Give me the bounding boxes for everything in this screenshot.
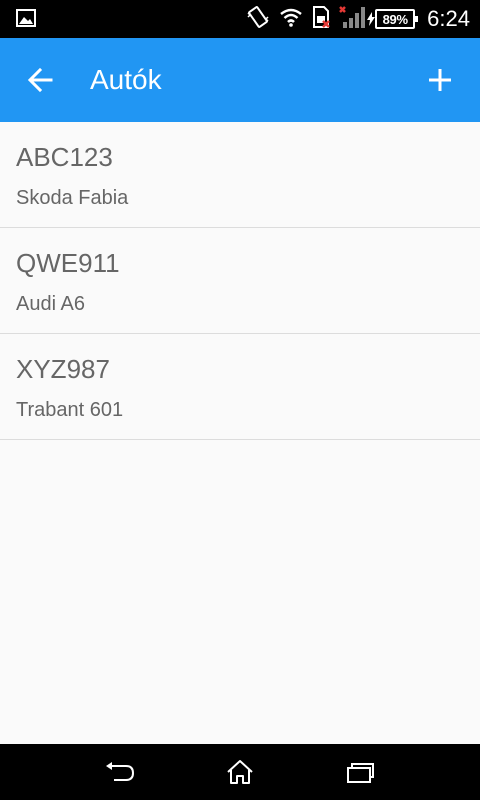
list-item[interactable]: QWE911 Audi A6 (0, 228, 480, 334)
list-item[interactable]: ABC123 Skoda Fabia (0, 122, 480, 228)
navigation-bar (0, 744, 480, 800)
sim-error-icon (311, 5, 331, 34)
battery-icon: 89% (367, 9, 419, 29)
image-icon (16, 9, 36, 27)
signal-icon (339, 4, 367, 35)
wifi-icon (279, 7, 303, 32)
recents-icon (347, 763, 374, 783)
car-plate: ABC123 (16, 142, 113, 172)
plus-icon (429, 69, 451, 91)
vibrate-icon (245, 4, 271, 35)
status-bar: 89% 6:24 (0, 0, 480, 38)
page-title: Autók (90, 64, 162, 95)
arrow-left-icon (27, 67, 53, 93)
nav-recents-button[interactable] (340, 756, 380, 788)
nav-home-button[interactable] (220, 756, 260, 788)
car-plate: XYZ987 (16, 354, 110, 384)
car-model: Skoda Fabia (16, 187, 129, 209)
back-button[interactable] (20, 60, 60, 100)
list-item[interactable]: XYZ987 Trabant 601 (0, 334, 480, 440)
back-icon (106, 762, 135, 781)
battery-percent: 89% (382, 11, 408, 27)
add-car-button[interactable] (420, 60, 460, 100)
nav-back-button[interactable] (100, 756, 140, 788)
car-model: Trabant 601 (16, 399, 124, 421)
car-model: Audi A6 (16, 293, 85, 315)
status-clock: 6:24 (427, 6, 470, 31)
car-plate: QWE911 (16, 248, 120, 278)
home-icon (227, 760, 253, 784)
car-list: ABC123 Skoda Fabia QWE911 Audi A6 XYZ987… (0, 122, 480, 440)
app-bar: Autók (0, 38, 480, 122)
